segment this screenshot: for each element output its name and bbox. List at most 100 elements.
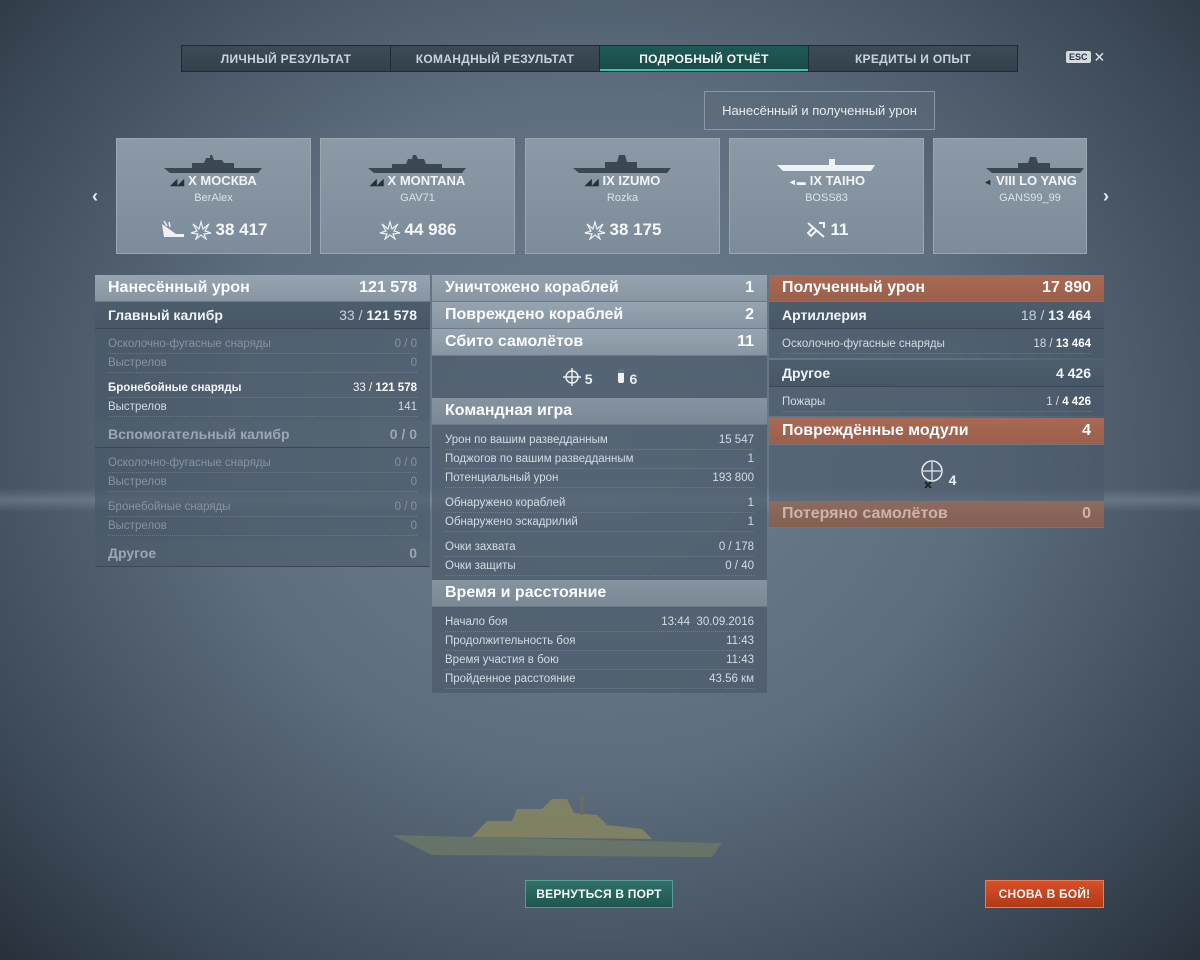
player-name: BOSS83 <box>805 192 848 204</box>
ship-card[interactable]: ◢◢ X MONTANA GAV71 44 986 <box>320 138 515 254</box>
secondary-battery-details: Осколочно-фугасные снаряды 0 / 0 Выстрело… <box>95 448 430 540</box>
ship-name: ◄ VIII LO YANG <box>983 173 1077 188</box>
stat-row: Очки защиты 0 / 40 <box>445 557 754 576</box>
stat-row: Начало боя 13:44 30.09.2016 <box>445 613 754 632</box>
esc-key-badge: ESC <box>1066 51 1091 63</box>
carrier-class-icon: ◄▬ <box>787 177 806 187</box>
stat-row: Пожары 1 / 4 426 <box>782 393 1091 412</box>
stat-row: Выстрелов 0 <box>108 354 417 373</box>
ship-name: ◢◢ IX IZUMO <box>584 173 661 188</box>
other-dealt-header: Другое 0 <box>95 540 430 567</box>
artillery-details: Осколочно-фугасные снаряды 18 / 13 464 <box>769 329 1104 358</box>
close-icon: ✕ <box>1093 49 1106 65</box>
ship-stat: 11 <box>730 220 923 240</box>
fighter-count: 5 <box>562 367 593 387</box>
chevron-left-icon[interactable]: ‹ <box>88 186 102 206</box>
cruiser-class-icon: ◢◢ <box>170 177 185 187</box>
plane-shot-icon <box>806 222 825 238</box>
destroyer-class-icon: ◄ <box>983 177 992 187</box>
tab-team-result[interactable]: КОМАНДНЫЙ РЕЗУЛЬТАТ <box>391 46 600 71</box>
team-play-header: Командная игра <box>432 398 767 425</box>
modules-count: 4 <box>948 472 957 488</box>
stat-row: Выстрелов 0 <box>108 517 417 536</box>
fighter-icon <box>562 368 581 386</box>
stat-row: Осколочно-фугасные снаряды 0 / 0 <box>108 335 417 354</box>
tab-credits-xp[interactable]: КРЕДИТЫ И ОПЫТ <box>809 46 1017 71</box>
return-to-port-button[interactable]: ВЕРНУТЬСЯ В ПОРТ <box>525 880 673 908</box>
stat-row: Время участия в бою 11:43 <box>445 651 754 670</box>
artillery-header: Артиллерия 18 / 13 464 <box>769 302 1104 329</box>
ship-card[interactable]: ◢◢ X МОСКВА BerAlex 38 417 <box>116 138 311 254</box>
ship-silhouette-icon <box>368 155 466 173</box>
ship-name: ◢◢ X МОСКВА <box>170 173 257 188</box>
result-tabs: ЛИЧНЫЙ РЕЗУЛЬТАТ КОМАНДНЫЙ РЕЗУЛЬТАТ ПОД… <box>181 45 1018 72</box>
dealt-damage-header: Нанесённый урон 121 578 <box>95 275 430 302</box>
stat-row: Бронебойные снаряды 0 / 0 <box>108 498 417 517</box>
ship-stat: 38 417 <box>117 220 310 240</box>
damaged-modules-header: Повреждённые модули 4 <box>769 418 1104 445</box>
stat-row: Потенциальный урон 193 800 <box>445 469 754 488</box>
stat-row: Бронебойные снаряды 33 / 121 578 <box>108 379 417 398</box>
player-name: BerAlex <box>194 192 233 204</box>
planes-lost-header: Потеряно самолётов 0 <box>769 501 1104 528</box>
bomb-icon <box>617 369 624 383</box>
ship-silhouette-icon <box>573 155 671 173</box>
ship-silhouette-icon <box>777 159 875 171</box>
torpedo-hit-icon <box>161 220 184 237</box>
team-play-details: Урон по вашим разведданным 15 547 Поджого… <box>432 425 767 580</box>
secondary-battery-header: Вспомогательный калибр 0 / 0 <box>95 421 430 448</box>
other-received-header: Другое 4 426 <box>769 360 1104 387</box>
player-name: GAV71 <box>400 192 435 204</box>
battleship-class-icon: ◢◢ <box>584 177 599 187</box>
received-damage-panel: Полученный урон 17 890 Артиллерия 18 / 1… <box>769 275 1104 528</box>
stat-row: Обнаружено кораблей 1 <box>445 494 754 513</box>
main-battery-header: Главный калибр 33 / 121 578 <box>95 302 430 329</box>
damaged-modules-breakdown: 4 <box>769 445 1104 501</box>
stat-row: Поджогов по вашим разведданным 1 <box>445 450 754 469</box>
destroyed-ships-row: Уничтожено кораблей 1 <box>432 275 767 302</box>
stat-row: Выстрелов 0 <box>108 473 417 492</box>
time-distance-details: Начало боя 13:44 30.09.2016 Продолжительн… <box>432 607 767 693</box>
ship-silhouette-icon <box>164 155 262 173</box>
stat-row: Урон по вашим разведданным 15 547 <box>445 431 754 450</box>
damage-icon <box>379 220 400 240</box>
main-battery-value: 33 / 121 578 <box>339 307 417 323</box>
time-distance-header: Время и расстояние <box>432 580 767 607</box>
stat-row: Выстрелов 141 <box>108 398 417 417</box>
planes-shot-row: Сбито самолётов 11 <box>432 329 767 356</box>
dealt-damage-panel: Нанесённый урон 121 578 Главный калибр 3… <box>95 275 430 567</box>
tab-detailed-report[interactable]: ПОДРОБНЫЙ ОТЧЁТ <box>600 46 809 71</box>
player-name: Rozka <box>606 192 639 204</box>
planes-breakdown: 5 6 <box>432 356 767 398</box>
ship-card[interactable]: ◄ VIII LO YANG GANS99_99 <box>933 138 1087 254</box>
battleship-class-icon: ◢◢ <box>369 177 384 187</box>
ship-card[interactable]: ◄▬ IX TAIHO BOSS83 11 <box>729 138 924 254</box>
stat-row: Осколочно-фугасные снаряды 0 / 0 <box>108 454 417 473</box>
received-damage-header: Полученный урон 17 890 <box>769 275 1104 302</box>
damaged-ships-row: Повреждено кораблей 2 <box>432 302 767 329</box>
close-button[interactable]: ESC ✕ <box>1066 49 1106 65</box>
stat-row: Очки захвата 0 / 178 <box>445 538 754 557</box>
dealt-damage-label: Нанесённый урон <box>108 279 250 296</box>
bomber-count: 6 <box>615 367 637 387</box>
tab-personal-result[interactable]: ЛИЧНЫЙ РЕЗУЛЬТАТ <box>182 46 391 71</box>
chevron-right-icon[interactable]: › <box>1099 186 1113 206</box>
stat-row: Обнаружено эскадрилий 1 <box>445 513 754 532</box>
other-received-details: Пожары 1 / 4 426 <box>769 387 1104 416</box>
stat-row: Продолжительность боя 11:43 <box>445 632 754 651</box>
player-name: GANS99_99 <box>999 192 1061 204</box>
ship-silhouette-icon <box>986 157 1084 173</box>
ship-name: ◄▬ IX TAIHO <box>787 173 866 188</box>
ship-card[interactable]: ◢◢ IX IZUMO Rozka 38 175 <box>525 138 720 254</box>
stat-row: Пройденное расстояние 43.56 км <box>445 670 754 689</box>
stat-row: Осколочно-фугасные снаряды 18 / 13 464 <box>782 335 1091 354</box>
combat-panel: Уничтожено кораблей 1 Повреждено корабле… <box>432 275 767 693</box>
main-battery-details: Осколочно-фугасные снаряды 0 / 0 Выстрело… <box>95 329 430 421</box>
dealt-damage-value: 121 578 <box>359 279 417 296</box>
ship-stat: 38 175 <box>526 220 719 240</box>
damage-icon <box>190 220 211 240</box>
steering-module-icon <box>920 460 943 488</box>
background-ship-image <box>392 795 722 857</box>
damage-type-select[interactable]: Нанесённый и полученный урон <box>704 91 935 130</box>
battle-again-button[interactable]: СНОВА В БОЙ! <box>985 880 1104 908</box>
